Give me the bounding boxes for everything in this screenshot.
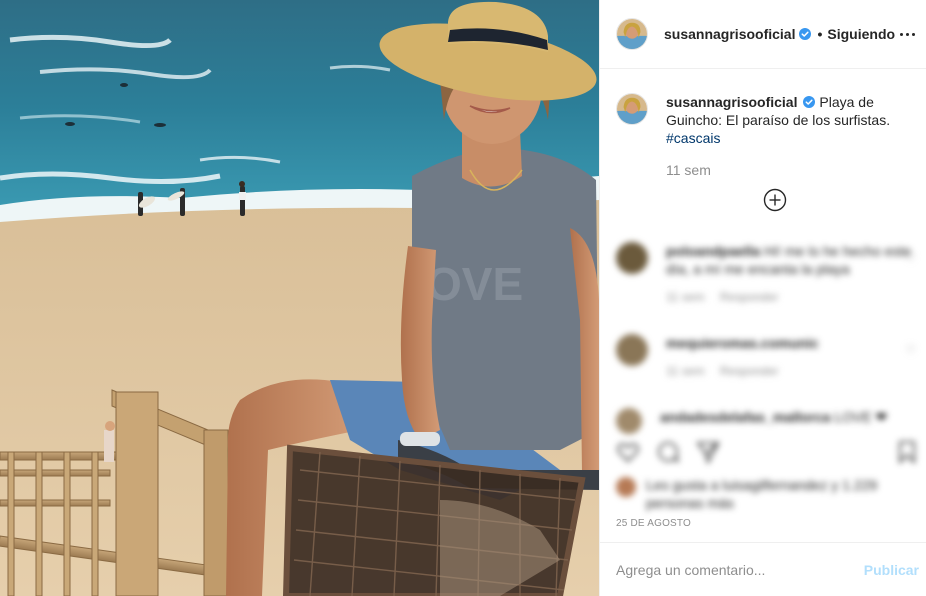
comment-username[interactable]: poloandpaella [666, 243, 760, 259]
comment-avatar[interactable] [616, 334, 648, 366]
header-text: susannagrisooficial • Siguiendo [664, 26, 895, 42]
verified-badge-icon [799, 28, 812, 40]
comment-input[interactable] [616, 561, 864, 578]
svg-text:OVE: OVE [426, 258, 523, 310]
caption-hashtag[interactable]: #cascais [666, 130, 720, 146]
header-separator: • [817, 26, 823, 42]
comment-text: LOVE ❤ [834, 409, 888, 425]
post-date[interactable]: 25 de agosto [616, 518, 691, 529]
comment-username[interactable]: andadesdelafas_mallorca [660, 409, 830, 425]
comment-avatar[interactable] [616, 408, 642, 434]
author-avatar[interactable] [616, 18, 648, 50]
likes-text[interactable]: Les gusta a luisagilfernandez y 1.229 pe… [646, 476, 912, 512]
comment-item: andadesdelafas_mallorca LOVE ❤ [616, 408, 916, 434]
post-actions-bar [600, 432, 926, 472]
caption-text-line: susannagrisooficial Playa de Guincho: El… [666, 93, 916, 147]
publish-button[interactable]: Publicar [864, 562, 919, 578]
likes-summary: Les gusta a luisagilfernandez y 1.229 pe… [616, 476, 912, 512]
like-button[interactable] [616, 440, 640, 464]
comment-icon [658, 442, 679, 463]
comment-reply-button[interactable]: Responder [720, 364, 779, 378]
post-side-panel: susannagrisooficial • Siguiendo susannag… [599, 0, 926, 596]
comment-time[interactable]: 11 sem [666, 364, 704, 378]
more-dot [911, 32, 915, 36]
following-button[interactable]: Siguiendo [827, 26, 895, 42]
add-comment-bar: Publicar [600, 542, 926, 596]
comment-reply-button[interactable]: Responder [720, 290, 779, 304]
bookmark-icon [899, 441, 915, 464]
comment-body: andadesdelafas_mallorca LOVE ❤ [660, 408, 887, 434]
comment-avatar[interactable] [616, 242, 648, 274]
instagram-post: OVE susannagrisooficial • Siguiendo susa… [0, 0, 926, 596]
comment-time[interactable]: 11 sem [666, 290, 704, 304]
more-dot [905, 32, 909, 36]
share-button[interactable] [696, 440, 720, 464]
comment-username[interactable]: mequieromas.comunic [666, 335, 819, 351]
caption-timestamp[interactable]: 11 sem [666, 161, 916, 179]
comment-meta: 11 sem Responder [666, 362, 819, 380]
beach-photo-illustration: OVE [0, 0, 599, 596]
comment-item: mequieromas.comunic 11 sem Responder ♡ [616, 334, 916, 380]
liker-avatar[interactable] [616, 477, 636, 497]
comment-meta: 11 sem Responder [666, 288, 916, 306]
avatar-image [617, 94, 647, 124]
load-more-comments-button[interactable] [763, 188, 787, 212]
comment-body: mequieromas.comunic 11 sem Responder [666, 334, 819, 380]
comment-like-icon[interactable]: ♡ [905, 251, 916, 265]
more-dot [899, 32, 903, 36]
comment-body: poloandpaella Hi! me lo he hecho este dí… [666, 242, 916, 306]
comment-button[interactable] [656, 440, 680, 464]
post-header: susannagrisooficial • Siguiendo [600, 0, 926, 69]
heart-icon [617, 443, 639, 463]
post-photo[interactable]: OVE [0, 0, 599, 596]
save-button[interactable] [895, 440, 919, 464]
post-caption: susannagrisooficial Playa de Guincho: El… [616, 93, 916, 179]
caption-avatar[interactable] [616, 93, 648, 125]
verified-badge-icon [803, 96, 816, 108]
caption-body: susannagrisooficial Playa de Guincho: El… [666, 93, 916, 179]
plus-circle-icon [763, 188, 787, 212]
author-username[interactable]: susannagrisooficial [664, 26, 795, 42]
avatar-image [617, 19, 647, 49]
caption-username[interactable]: susannagrisooficial [666, 94, 797, 110]
comment-item: poloandpaella Hi! me lo he hecho este dí… [616, 242, 916, 306]
comment-like-icon[interactable]: ♡ [905, 343, 916, 357]
share-icon [696, 442, 720, 464]
more-options-icon[interactable] [895, 22, 919, 46]
